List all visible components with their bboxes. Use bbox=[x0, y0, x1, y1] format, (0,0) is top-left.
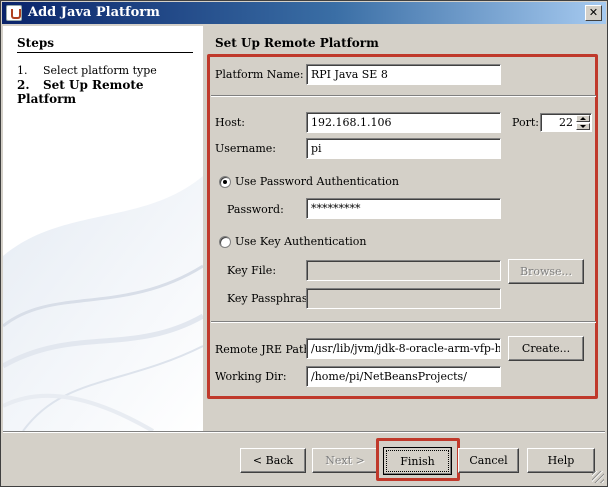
key-file-field[interactable] bbox=[306, 260, 501, 281]
username-field[interactable]: pi bbox=[306, 138, 501, 159]
port-label: Port: bbox=[512, 116, 539, 129]
key-passphrase-label: Key Passphrase: bbox=[227, 292, 318, 305]
working-dir-field[interactable]: /home/pi/NetBeansProjects/ bbox=[306, 366, 501, 387]
username-label: Username: bbox=[215, 142, 276, 155]
cancel-button[interactable]: Cancel bbox=[458, 448, 519, 473]
password-auth-radio[interactable] bbox=[219, 176, 231, 188]
panel-title: Set Up Remote Platform bbox=[215, 36, 379, 50]
back-button[interactable]: < Back bbox=[240, 448, 306, 473]
footer-separator bbox=[3, 431, 605, 433]
step-item-current: 2. Set Up Remote Platform bbox=[17, 78, 144, 106]
password-field[interactable]: ********* bbox=[306, 198, 501, 219]
host-label: Host: bbox=[215, 116, 245, 129]
host-field[interactable]: 192.168.1.106 bbox=[306, 112, 501, 133]
platform-name-field[interactable]: RPI Java SE 8 bbox=[306, 64, 501, 85]
working-dir-label: Working Dir: bbox=[215, 370, 287, 383]
step-item: 1. Select platform type bbox=[17, 64, 157, 77]
separator bbox=[211, 95, 596, 97]
finish-highlight-box bbox=[376, 438, 460, 481]
separator bbox=[211, 321, 596, 323]
key-auth-radio[interactable] bbox=[219, 236, 231, 248]
java-app-icon bbox=[6, 5, 22, 21]
browse-button[interactable]: Browse... bbox=[508, 259, 584, 284]
port-value: 22 bbox=[559, 116, 573, 129]
next-button[interactable]: Next > bbox=[312, 448, 378, 473]
window-title: Add Java Platform bbox=[28, 5, 160, 20]
password-label: Password: bbox=[227, 203, 284, 216]
password-auth-label[interactable]: Use Password Authentication bbox=[235, 175, 399, 188]
steps-heading: Steps bbox=[17, 36, 54, 50]
port-spinner[interactable]: 22 bbox=[540, 113, 592, 132]
spinner-up-icon[interactable] bbox=[576, 115, 590, 122]
steps-panel: Steps 1. Select platform type 2. Set Up Re… bbox=[3, 26, 203, 431]
key-file-label: Key File: bbox=[227, 264, 277, 277]
spinner-down-icon[interactable] bbox=[576, 123, 590, 130]
key-auth-label[interactable]: Use Key Authentication bbox=[235, 235, 367, 248]
steps-divider bbox=[17, 52, 193, 53]
close-icon[interactable]: ✕ bbox=[585, 5, 602, 21]
title-bar[interactable]: Add Java Platform ✕ bbox=[2, 2, 606, 24]
add-java-platform-dialog: Add Java Platform ✕ Steps 1. Select platf… bbox=[0, 0, 608, 487]
key-passphrase-field[interactable] bbox=[306, 288, 501, 309]
remote-jre-path-label: Remote JRE Path: bbox=[215, 343, 315, 356]
resize-grip-icon[interactable] bbox=[592, 471, 604, 483]
help-button[interactable]: Help bbox=[527, 448, 595, 473]
platform-name-label: Platform Name: bbox=[215, 68, 304, 81]
remote-jre-path-field[interactable]: /usr/lib/jvm/jdk-8-oracle-arm-vfp-hflt bbox=[306, 338, 501, 359]
create-button[interactable]: Create... bbox=[508, 336, 584, 361]
